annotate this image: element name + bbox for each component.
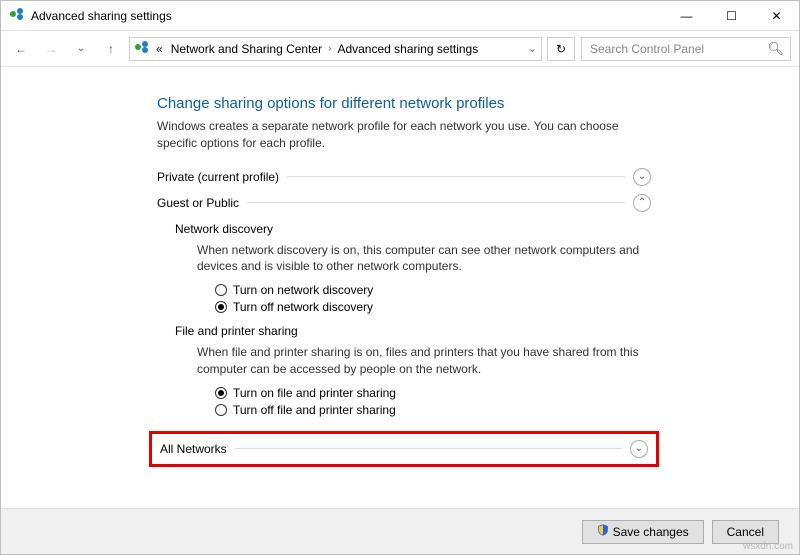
divider (287, 176, 625, 177)
search-icon[interactable]: 🔍︎ (767, 41, 784, 57)
navbar: ← → ⌄ ↑ « Network and Sharing Center › A… (1, 31, 799, 67)
chevron-up-icon[interactable]: ⌃ (633, 194, 651, 212)
section-guest[interactable]: Guest or Public ⌃ (157, 194, 651, 212)
forward-button[interactable]: → (39, 37, 63, 61)
radio-network-discovery-on[interactable]: Turn on network discovery (215, 283, 651, 297)
description-text: When file and printer sharing is on, fil… (197, 344, 651, 378)
recent-locations-button[interactable]: ⌄ (69, 37, 93, 61)
section-label: Guest or Public (157, 196, 239, 210)
cancel-button[interactable]: Cancel (712, 520, 779, 544)
highlight-all-networks: All Networks ⌄ (149, 431, 659, 467)
address-dropdown-icon[interactable]: ⌄ (528, 42, 537, 55)
titlebar: Advanced sharing settings — ☐ ✕ (1, 1, 799, 31)
shield-icon (597, 524, 609, 539)
chevron-down-icon[interactable]: ⌄ (633, 168, 651, 186)
breadcrumb-item[interactable]: Network and Sharing Center (169, 40, 324, 58)
radio-icon (215, 284, 227, 296)
subheading-file-sharing: File and printer sharing (175, 324, 651, 338)
search-box[interactable]: 🔍︎ (581, 37, 791, 61)
radio-icon (215, 387, 227, 399)
radio-file-sharing-on[interactable]: Turn on file and printer sharing (215, 386, 651, 400)
page-subtitle: Windows creates a separate network profi… (157, 118, 651, 152)
section-all-networks[interactable]: All Networks ⌄ (160, 440, 648, 458)
description-text: When network discovery is on, this compu… (197, 242, 651, 276)
watermark: wsxdn.com (743, 541, 793, 552)
close-button[interactable]: ✕ (754, 1, 799, 30)
back-button[interactable]: ← (9, 37, 33, 61)
content-area: Change sharing options for different net… (1, 67, 799, 509)
location-icon (134, 39, 150, 58)
breadcrumb-root[interactable]: « (154, 40, 165, 58)
address-bar[interactable]: « Network and Sharing Center › Advanced … (129, 37, 542, 61)
radio-label: Turn on file and printer sharing (233, 386, 396, 400)
maximize-button[interactable]: ☐ (709, 1, 754, 30)
file-sharing-group: File and printer sharing When file and p… (175, 324, 651, 417)
divider (235, 448, 622, 449)
radio-label: Turn on network discovery (233, 283, 373, 297)
section-label: All Networks (160, 442, 227, 456)
save-button[interactable]: Save changes (582, 520, 704, 544)
refresh-button[interactable]: ↻ (547, 37, 575, 61)
button-label: Cancel (727, 525, 764, 539)
footer: Save changes Cancel (1, 508, 799, 554)
chevron-right-icon: › (328, 43, 331, 54)
radio-network-discovery-off[interactable]: Turn off network discovery (215, 300, 651, 314)
section-private[interactable]: Private (current profile) ⌄ (157, 168, 651, 186)
window-title: Advanced sharing settings (31, 9, 172, 23)
up-button[interactable]: ↑ (99, 37, 123, 61)
app-icon (9, 6, 25, 25)
search-input[interactable] (588, 41, 767, 57)
page-title: Change sharing options for different net… (157, 95, 651, 112)
radio-label: Turn off file and printer sharing (233, 403, 396, 417)
radio-label: Turn off network discovery (233, 300, 373, 314)
minimize-button[interactable]: — (664, 1, 709, 30)
radio-icon (215, 404, 227, 416)
chevron-down-icon[interactable]: ⌄ (630, 440, 648, 458)
network-discovery-group: Network discovery When network discovery… (175, 222, 651, 315)
divider (247, 202, 625, 203)
breadcrumb-item[interactable]: Advanced sharing settings (335, 40, 480, 58)
section-label: Private (current profile) (157, 170, 279, 184)
button-label: Save changes (613, 525, 689, 539)
subheading-network-discovery: Network discovery (175, 222, 651, 236)
radio-icon (215, 301, 227, 313)
radio-file-sharing-off[interactable]: Turn off file and printer sharing (215, 403, 651, 417)
